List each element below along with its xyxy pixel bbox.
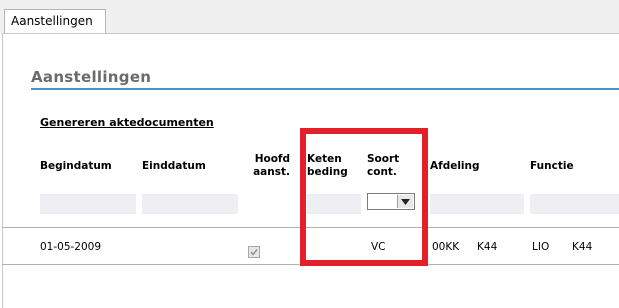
highlight-box	[300, 128, 428, 266]
header-functie[interactable]: Functie	[530, 160, 574, 173]
section-title: Aanstellingen	[31, 68, 152, 86]
cell-functie-code: LIO	[532, 241, 550, 253]
cell-functie-num: K44	[572, 241, 593, 253]
header-hoofd-line1: Hoofd	[254, 153, 290, 165]
generate-documents-link[interactable]: Genereren aktedocumenten	[40, 116, 214, 129]
filter-functie-input[interactable]	[530, 194, 619, 214]
section-divider	[31, 88, 619, 90]
header-begindatum[interactable]: Begindatum	[40, 160, 112, 173]
header-hoofd-line2: aanst.	[253, 166, 290, 178]
filter-afdeling-input[interactable]	[430, 194, 524, 214]
hoofd-aanst-checkbox[interactable]	[248, 246, 260, 258]
header-afdeling[interactable]: Afdeling	[430, 160, 480, 173]
checkmark-icon	[250, 249, 258, 256]
cell-begindatum: 01-05-2009	[40, 241, 102, 253]
header-hoofd-aanst[interactable]: Hoofd aanst.	[244, 153, 290, 179]
cell-afdeling-code: 00KK	[432, 241, 460, 253]
tab-strip: Aanstellingen	[0, 0, 619, 34]
filter-begindatum-input[interactable]	[40, 194, 136, 214]
cell-afdeling-num: K44	[477, 241, 498, 253]
filter-einddatum-input[interactable]	[142, 194, 238, 214]
header-einddatum[interactable]: Einddatum	[142, 160, 206, 173]
tab-aanstellingen[interactable]: Aanstellingen	[4, 9, 106, 33]
